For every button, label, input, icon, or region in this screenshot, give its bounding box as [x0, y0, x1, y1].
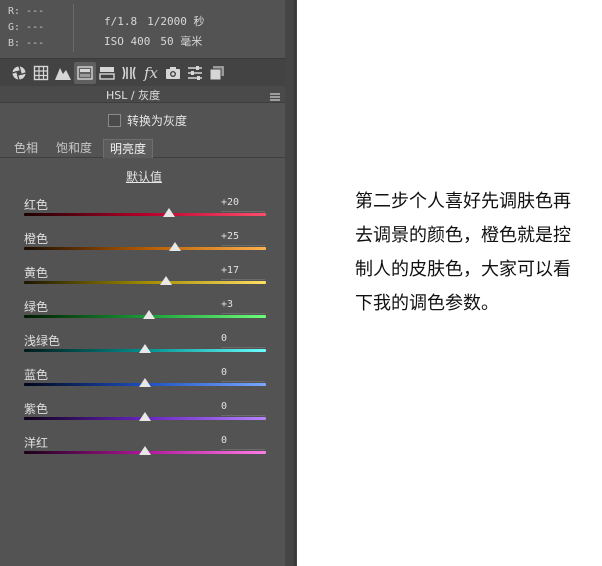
slider-value-field[interactable]: +3	[221, 299, 265, 314]
slider-value-field[interactable]: +20	[221, 197, 265, 212]
hsl-icon[interactable]	[74, 62, 96, 84]
slider-row: 橙色 +25	[0, 230, 285, 264]
grayscale-label: 转换为灰度	[127, 114, 188, 128]
section-header: HSL / 灰度	[0, 86, 285, 103]
aperture-icon[interactable]	[8, 62, 30, 84]
hsl-tabs: 色相 饱和度 明亮度	[0, 139, 285, 158]
slider-value-field[interactable]: +25	[221, 231, 265, 246]
slider-thumb[interactable]	[169, 242, 182, 251]
rgb-g: G: ---	[8, 22, 45, 33]
default-link[interactable]: 默认值	[126, 168, 162, 185]
presets-icon[interactable]	[206, 62, 228, 84]
panel-menu-icon[interactable]	[269, 88, 281, 101]
slider-value-field[interactable]: +17	[221, 265, 265, 280]
slider-label: 紫色	[24, 402, 49, 416]
slider-thumb[interactable]	[139, 446, 151, 455]
rgb-b: B: ---	[8, 38, 45, 49]
slider-thumb[interactable]	[139, 344, 151, 353]
grid-icon[interactable]	[30, 62, 52, 84]
slider-row: 紫色 0	[0, 400, 285, 434]
shutter-value: 1/2000 秒	[147, 15, 205, 28]
rgb-divider	[73, 4, 74, 52]
info-area: R: --- G: --- B: --- f/1.8 1/2000 秒 ISO 4…	[0, 0, 285, 58]
slider-row: 黄色 +17	[0, 264, 285, 298]
slider-track[interactable]	[24, 213, 266, 216]
slider-value-field[interactable]: 0	[221, 401, 265, 416]
caption-text: 第二步个人喜好先调肤色再去调景的颜色，橙色就是控制人的皮肤色，大家可以看下我的调…	[355, 191, 571, 314]
panel-edge	[294, 0, 296, 566]
grayscale-checkbox[interactable]	[108, 114, 121, 127]
slider-label: 橙色	[24, 232, 49, 246]
tab-luminance[interactable]: 明亮度	[103, 139, 154, 158]
sliders-icon[interactable]	[184, 62, 206, 84]
fx-icon[interactable]: fx	[140, 62, 162, 84]
slider-thumb[interactable]	[139, 412, 151, 421]
slider-label: 蓝色	[24, 368, 49, 382]
panel-toolbar: fx	[0, 58, 285, 88]
slider-row: 蓝色 0	[0, 366, 285, 400]
section-title: HSL / 灰度	[106, 89, 161, 102]
slider-value-field[interactable]: 0	[221, 333, 265, 348]
slider-row: 红色 +20	[0, 196, 285, 230]
slider-thumb[interactable]	[142, 310, 155, 319]
slider-label: 浅绿色	[24, 334, 61, 348]
slider-track[interactable]	[24, 281, 266, 284]
slider-label: 洋红	[24, 436, 49, 450]
grayscale-toggle[interactable]: 转换为灰度	[108, 112, 187, 129]
tab-saturation[interactable]: 饱和度	[50, 139, 98, 157]
aperture-value: f/1.8	[104, 15, 138, 28]
slider-row: 绿色 +3	[0, 298, 285, 332]
iso-value: ISO 400	[104, 35, 151, 48]
slider-track[interactable]	[24, 247, 266, 250]
lens-icon[interactable]	[118, 62, 140, 84]
slider-thumb[interactable]	[159, 276, 172, 285]
raw-panel: R: --- G: --- B: --- f/1.8 1/2000 秒 ISO 4…	[0, 0, 285, 566]
tab-hue[interactable]: 色相	[8, 139, 44, 157]
slider-value-field[interactable]: 0	[221, 367, 265, 382]
slider-row: 洋红 0	[0, 434, 285, 468]
camera-info: f/1.8 1/2000 秒 ISO 400 50 毫米	[104, 12, 214, 52]
split-tone-icon[interactable]	[96, 62, 118, 84]
slider-value-field[interactable]: 0	[221, 435, 265, 450]
slider-row: 浅绿色 0	[0, 332, 285, 366]
slider-label: 绿色	[24, 300, 49, 314]
slider-thumb[interactable]	[163, 208, 176, 217]
mountain-icon[interactable]	[52, 62, 74, 84]
slider-thumb[interactable]	[139, 378, 151, 387]
rgb-r: R: ---	[8, 6, 45, 17]
slider-label: 黄色	[24, 266, 49, 280]
rgb-readout: R: --- G: --- B: ---	[8, 4, 44, 52]
camera-icon[interactable]	[162, 62, 184, 84]
slider-label: 红色	[24, 198, 49, 212]
focal-value: 50 毫米	[160, 35, 203, 48]
